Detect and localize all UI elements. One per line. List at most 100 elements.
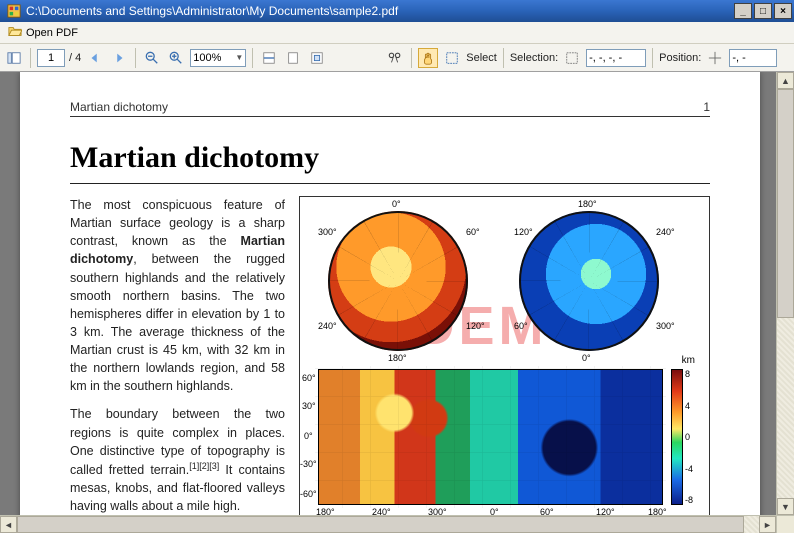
horizontal-scrollbar[interactable]: ◄ ► [0, 515, 776, 533]
scale-unit: km [682, 355, 695, 366]
globe-label: 60° [466, 227, 480, 237]
prev-page-button[interactable] [85, 48, 105, 68]
scroll-corner [776, 515, 794, 533]
hand-tool-button[interactable] [418, 48, 438, 68]
title-bar: C:\Documents and Settings\Administrator\… [0, 0, 794, 22]
zoom-in-button[interactable] [166, 48, 186, 68]
fit-page-button[interactable] [283, 48, 303, 68]
globe-right [519, 211, 659, 351]
map-xtick: 240° [372, 507, 391, 515]
map-xtick: 0° [490, 507, 499, 515]
divider [503, 48, 504, 68]
globe-label: 180° [578, 199, 597, 209]
globe-label: 300° [318, 227, 337, 237]
globe-label: 300° [656, 321, 675, 331]
chevron-down-icon: ▼ [235, 53, 243, 62]
scroll-down-button[interactable]: ▼ [777, 498, 794, 515]
globe-left [328, 211, 468, 351]
map-ytick: 30° [302, 401, 316, 411]
globe-label: 240° [318, 321, 337, 331]
sidebar-toggle-icon[interactable] [4, 48, 24, 68]
color-scale-labels: 8 4 0 -4 -8 [683, 369, 699, 505]
paragraph-1: The most conspicuous feature of Martian … [70, 196, 285, 395]
p1-post: , between the rugged southern highlands … [70, 252, 285, 393]
minimize-button[interactable]: _ [734, 3, 752, 19]
globe-label: 120° [514, 227, 533, 237]
zoom-out-button[interactable] [142, 48, 162, 68]
color-scale: 8 4 0 -4 -8 [671, 369, 699, 505]
selection-value: -, -, -, - [589, 52, 622, 64]
divider [135, 48, 136, 68]
document-title: Martian dichotomy [70, 141, 710, 175]
map-xtick: 60° [540, 507, 554, 515]
globe-label: 120° [466, 321, 485, 331]
body-columns: The most conspicuous feature of Martian … [70, 196, 710, 515]
scroll-right-button[interactable]: ► [759, 516, 776, 533]
hscroll-track[interactable] [17, 516, 759, 533]
body-text: The most conspicuous feature of Martian … [70, 196, 285, 515]
p2-refs: [1][2][3] [189, 461, 219, 471]
select-label: Select [466, 52, 497, 64]
map-xtick: 180° [648, 507, 667, 515]
position-value: -, - [732, 52, 745, 64]
window-title: C:\Documents and Settings\Administrator\… [26, 4, 732, 18]
app-icon [6, 3, 22, 19]
map-xtick: 180° [316, 507, 335, 515]
running-head: Martian dichotomy 1 [70, 100, 710, 117]
map-ytick: 0° [304, 431, 313, 441]
pdf-page: Martian dichotomy 1 Martian dichotomy Th… [20, 72, 760, 515]
globe-label: 0° [392, 199, 401, 209]
scroll-up-button[interactable]: ▲ [777, 72, 794, 89]
scroll-left-button[interactable]: ◄ [0, 516, 17, 533]
maximize-button[interactable]: □ [754, 3, 772, 19]
close-button[interactable]: × [774, 3, 792, 19]
globe-label: 60° [514, 321, 528, 331]
page-total-label: / 4 [69, 52, 81, 64]
selection-icon [562, 48, 582, 68]
folder-open-icon [8, 24, 22, 41]
hscroll-thumb[interactable] [17, 516, 744, 533]
figure: DEMO 0° 180° 300° 60° 120° 240° 240° 120… [299, 196, 710, 515]
selection-label: Selection: [510, 52, 558, 64]
divider [411, 48, 412, 68]
zoom-value: 100% [193, 52, 221, 64]
scale-tick: -8 [685, 495, 699, 505]
globe-label: 0° [582, 353, 591, 363]
vscroll-thumb[interactable] [777, 89, 794, 318]
vertical-scrollbar[interactable]: ▲ ▼ [776, 72, 794, 515]
scale-tick: 8 [685, 369, 699, 379]
map-xtick: 120° [596, 507, 615, 515]
open-pdf-label: Open PDF [26, 27, 78, 39]
running-head-title: Martian dichotomy [70, 100, 168, 114]
globe-label: 180° [388, 353, 407, 363]
page-number-input[interactable] [37, 49, 65, 67]
vscroll-track[interactable] [777, 89, 794, 498]
scale-tick: 4 [685, 401, 699, 411]
globe-label: 240° [656, 227, 675, 237]
scale-tick: -4 [685, 464, 699, 474]
actual-size-button[interactable] [307, 48, 327, 68]
position-readout: -, - [729, 49, 777, 67]
crosshair-icon [705, 48, 725, 68]
elevation-map [318, 369, 663, 505]
paragraph-2: The boundary between the two regions is … [70, 405, 285, 515]
fit-width-button[interactable] [259, 48, 279, 68]
zoom-select[interactable]: 100% ▼ [190, 49, 246, 67]
divider [30, 48, 31, 68]
position-label: Position: [659, 52, 701, 64]
map-xtick: 300° [428, 507, 447, 515]
running-head-page: 1 [703, 100, 710, 114]
toolbar: / 4 100% ▼ Select Selection: -, -, -, - … [0, 44, 794, 72]
window-buttons: _ □ × [732, 3, 792, 19]
select-tool-button[interactable] [442, 48, 462, 68]
document-viewport[interactable]: Martian dichotomy 1 Martian dichotomy Th… [0, 72, 776, 515]
title-rule [70, 183, 710, 184]
menu-bar: Open PDF [0, 22, 794, 44]
divider [252, 48, 253, 68]
find-button[interactable] [385, 48, 405, 68]
next-page-button[interactable] [109, 48, 129, 68]
selection-readout: -, -, -, - [586, 49, 646, 67]
divider [652, 48, 653, 68]
open-pdf-menu[interactable]: Open PDF [4, 22, 82, 43]
map-ytick: 60° [302, 373, 316, 383]
